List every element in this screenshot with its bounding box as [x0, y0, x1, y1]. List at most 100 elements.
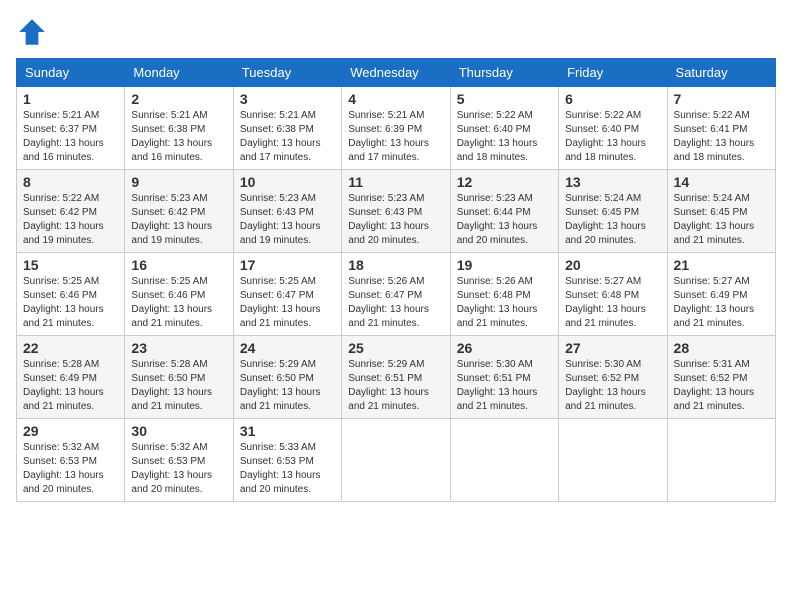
day-info: Sunrise: 5:29 AM Sunset: 6:50 PM Dayligh…: [240, 358, 335, 414]
calendar-cell: 10 Sunrise: 5:23 AM Sunset: 6:43 PM Dayl…: [233, 170, 341, 253]
day-info: Sunrise: 5:23 AM Sunset: 6:42 PM Dayligh…: [131, 192, 226, 248]
calendar: SundayMondayTuesdayWednesdayThursdayFrid…: [16, 58, 776, 502]
day-number: 31: [240, 423, 335, 439]
day-info: Sunrise: 5:27 AM Sunset: 6:48 PM Dayligh…: [565, 275, 660, 331]
calendar-cell: 1 Sunrise: 5:21 AM Sunset: 6:37 PM Dayli…: [17, 87, 125, 170]
day-info: Sunrise: 5:21 AM Sunset: 6:38 PM Dayligh…: [131, 109, 226, 165]
day-number: 5: [457, 91, 552, 107]
day-info: Sunrise: 5:27 AM Sunset: 6:49 PM Dayligh…: [674, 275, 769, 331]
day-info: Sunrise: 5:28 AM Sunset: 6:49 PM Dayligh…: [23, 358, 118, 414]
calendar-cell: 19 Sunrise: 5:26 AM Sunset: 6:48 PM Dayl…: [450, 253, 558, 336]
calendar-cell: 14 Sunrise: 5:24 AM Sunset: 6:45 PM Dayl…: [667, 170, 775, 253]
day-info: Sunrise: 5:25 AM Sunset: 6:47 PM Dayligh…: [240, 275, 335, 331]
day-info: Sunrise: 5:24 AM Sunset: 6:45 PM Dayligh…: [565, 192, 660, 248]
day-info: Sunrise: 5:22 AM Sunset: 6:40 PM Dayligh…: [457, 109, 552, 165]
calendar-cell: 5 Sunrise: 5:22 AM Sunset: 6:40 PM Dayli…: [450, 87, 558, 170]
day-info: Sunrise: 5:32 AM Sunset: 6:53 PM Dayligh…: [131, 441, 226, 497]
day-info: Sunrise: 5:26 AM Sunset: 6:48 PM Dayligh…: [457, 275, 552, 331]
logo-icon: [16, 16, 48, 48]
day-number: 30: [131, 423, 226, 439]
day-info: Sunrise: 5:32 AM Sunset: 6:53 PM Dayligh…: [23, 441, 118, 497]
day-number: 6: [565, 91, 660, 107]
day-info: Sunrise: 5:22 AM Sunset: 6:41 PM Dayligh…: [674, 109, 769, 165]
day-number: 12: [457, 174, 552, 190]
calendar-cell: 20 Sunrise: 5:27 AM Sunset: 6:48 PM Dayl…: [559, 253, 667, 336]
day-number: 25: [348, 340, 443, 356]
page-header: [16, 16, 776, 48]
calendar-cell: 22 Sunrise: 5:28 AM Sunset: 6:49 PM Dayl…: [17, 336, 125, 419]
column-header-thursday: Thursday: [450, 59, 558, 87]
day-info: Sunrise: 5:21 AM Sunset: 6:38 PM Dayligh…: [240, 109, 335, 165]
column-header-friday: Friday: [559, 59, 667, 87]
calendar-cell: 25 Sunrise: 5:29 AM Sunset: 6:51 PM Dayl…: [342, 336, 450, 419]
day-info: Sunrise: 5:33 AM Sunset: 6:53 PM Dayligh…: [240, 441, 335, 497]
day-number: 23: [131, 340, 226, 356]
day-number: 8: [23, 174, 118, 190]
day-number: 14: [674, 174, 769, 190]
calendar-cell: 13 Sunrise: 5:24 AM Sunset: 6:45 PM Dayl…: [559, 170, 667, 253]
calendar-week-4: 22 Sunrise: 5:28 AM Sunset: 6:49 PM Dayl…: [17, 336, 776, 419]
calendar-cell: 18 Sunrise: 5:26 AM Sunset: 6:47 PM Dayl…: [342, 253, 450, 336]
day-info: Sunrise: 5:23 AM Sunset: 6:43 PM Dayligh…: [240, 192, 335, 248]
day-info: Sunrise: 5:22 AM Sunset: 6:40 PM Dayligh…: [565, 109, 660, 165]
day-info: Sunrise: 5:29 AM Sunset: 6:51 PM Dayligh…: [348, 358, 443, 414]
day-number: 24: [240, 340, 335, 356]
calendar-cell: 15 Sunrise: 5:25 AM Sunset: 6:46 PM Dayl…: [17, 253, 125, 336]
calendar-cell: [667, 419, 775, 502]
day-number: 28: [674, 340, 769, 356]
calendar-week-5: 29 Sunrise: 5:32 AM Sunset: 6:53 PM Dayl…: [17, 419, 776, 502]
calendar-cell: 23 Sunrise: 5:28 AM Sunset: 6:50 PM Dayl…: [125, 336, 233, 419]
calendar-cell: 27 Sunrise: 5:30 AM Sunset: 6:52 PM Dayl…: [559, 336, 667, 419]
day-number: 1: [23, 91, 118, 107]
calendar-cell: 6 Sunrise: 5:22 AM Sunset: 6:40 PM Dayli…: [559, 87, 667, 170]
day-info: Sunrise: 5:24 AM Sunset: 6:45 PM Dayligh…: [674, 192, 769, 248]
day-number: 16: [131, 257, 226, 273]
calendar-week-1: 1 Sunrise: 5:21 AM Sunset: 6:37 PM Dayli…: [17, 87, 776, 170]
calendar-cell: 4 Sunrise: 5:21 AM Sunset: 6:39 PM Dayli…: [342, 87, 450, 170]
column-header-saturday: Saturday: [667, 59, 775, 87]
day-info: Sunrise: 5:25 AM Sunset: 6:46 PM Dayligh…: [131, 275, 226, 331]
day-number: 3: [240, 91, 335, 107]
day-number: 19: [457, 257, 552, 273]
day-number: 11: [348, 174, 443, 190]
day-number: 20: [565, 257, 660, 273]
day-info: Sunrise: 5:26 AM Sunset: 6:47 PM Dayligh…: [348, 275, 443, 331]
calendar-cell: 31 Sunrise: 5:33 AM Sunset: 6:53 PM Dayl…: [233, 419, 341, 502]
column-header-tuesday: Tuesday: [233, 59, 341, 87]
day-number: 4: [348, 91, 443, 107]
calendar-week-2: 8 Sunrise: 5:22 AM Sunset: 6:42 PM Dayli…: [17, 170, 776, 253]
calendar-cell: 21 Sunrise: 5:27 AM Sunset: 6:49 PM Dayl…: [667, 253, 775, 336]
day-number: 15: [23, 257, 118, 273]
day-number: 21: [674, 257, 769, 273]
day-number: 17: [240, 257, 335, 273]
calendar-cell: 9 Sunrise: 5:23 AM Sunset: 6:42 PM Dayli…: [125, 170, 233, 253]
day-number: 13: [565, 174, 660, 190]
day-info: Sunrise: 5:23 AM Sunset: 6:43 PM Dayligh…: [348, 192, 443, 248]
column-header-monday: Monday: [125, 59, 233, 87]
calendar-cell: 12 Sunrise: 5:23 AM Sunset: 6:44 PM Dayl…: [450, 170, 558, 253]
calendar-cell: 8 Sunrise: 5:22 AM Sunset: 6:42 PM Dayli…: [17, 170, 125, 253]
calendar-cell: 3 Sunrise: 5:21 AM Sunset: 6:38 PM Dayli…: [233, 87, 341, 170]
day-info: Sunrise: 5:21 AM Sunset: 6:37 PM Dayligh…: [23, 109, 118, 165]
calendar-cell: 16 Sunrise: 5:25 AM Sunset: 6:46 PM Dayl…: [125, 253, 233, 336]
calendar-cell: 2 Sunrise: 5:21 AM Sunset: 6:38 PM Dayli…: [125, 87, 233, 170]
day-number: 26: [457, 340, 552, 356]
calendar-cell: 29 Sunrise: 5:32 AM Sunset: 6:53 PM Dayl…: [17, 419, 125, 502]
day-info: Sunrise: 5:21 AM Sunset: 6:39 PM Dayligh…: [348, 109, 443, 165]
logo: [16, 16, 54, 48]
calendar-cell: [342, 419, 450, 502]
calendar-header-row: SundayMondayTuesdayWednesdayThursdayFrid…: [17, 59, 776, 87]
day-number: 18: [348, 257, 443, 273]
calendar-cell: 26 Sunrise: 5:30 AM Sunset: 6:51 PM Dayl…: [450, 336, 558, 419]
day-number: 2: [131, 91, 226, 107]
day-number: 29: [23, 423, 118, 439]
day-info: Sunrise: 5:28 AM Sunset: 6:50 PM Dayligh…: [131, 358, 226, 414]
day-info: Sunrise: 5:22 AM Sunset: 6:42 PM Dayligh…: [23, 192, 118, 248]
day-info: Sunrise: 5:30 AM Sunset: 6:51 PM Dayligh…: [457, 358, 552, 414]
calendar-cell: 30 Sunrise: 5:32 AM Sunset: 6:53 PM Dayl…: [125, 419, 233, 502]
calendar-cell: 28 Sunrise: 5:31 AM Sunset: 6:52 PM Dayl…: [667, 336, 775, 419]
day-number: 27: [565, 340, 660, 356]
day-info: Sunrise: 5:25 AM Sunset: 6:46 PM Dayligh…: [23, 275, 118, 331]
calendar-week-3: 15 Sunrise: 5:25 AM Sunset: 6:46 PM Dayl…: [17, 253, 776, 336]
day-number: 10: [240, 174, 335, 190]
